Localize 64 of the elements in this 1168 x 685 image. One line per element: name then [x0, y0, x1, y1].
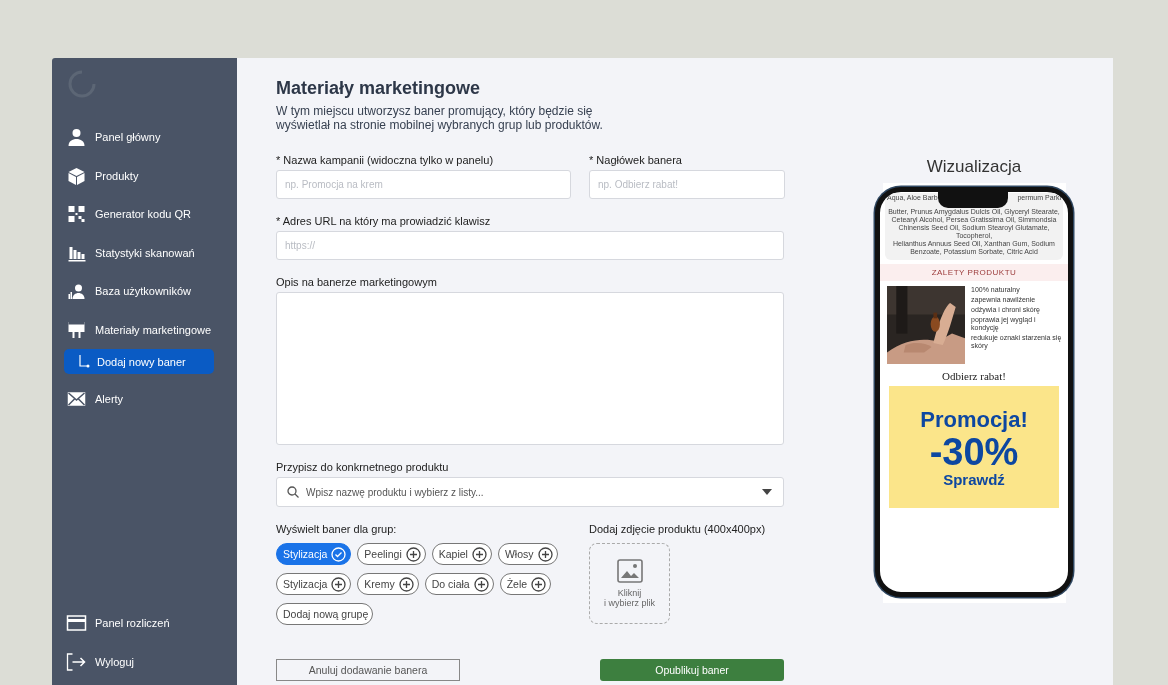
field-label: Opis na banerze marketingowym — [276, 276, 438, 288]
plus-circle-icon — [331, 576, 347, 592]
photo-upload-area[interactable]: Kliknij i wybierz plik — [589, 543, 670, 624]
banner-heading: Odbierz rabat! — [941, 370, 1007, 382]
promo-cta: Sprawdź — [943, 470, 1005, 488]
section-header: ZALETY PRODUKTU — [880, 264, 1068, 281]
branch-icon — [78, 354, 90, 369]
product-search-field[interactable]: Wpisz nazwę produktu i wybierz z listy... — [276, 477, 784, 507]
image-icon — [616, 559, 643, 583]
upload-hint: Kliknij i wybierz plik — [604, 588, 655, 608]
promo-discount: -30% — [929, 432, 1019, 471]
description-field[interactable] — [276, 292, 784, 445]
phone-notch — [938, 192, 1008, 208]
plus-circle-icon — [473, 576, 489, 592]
publish-button[interactable]: Opublikuj baner — [600, 659, 784, 681]
sidebar-item[interactable]: Panel rozliczeń — [66, 604, 237, 643]
plus-circle-icon — [531, 576, 547, 592]
group-chip[interactable]: Żele — [499, 573, 552, 595]
url-field[interactable]: https:// — [276, 231, 784, 260]
caret-icon — [762, 489, 772, 495]
sidebar-item[interactable]: Panel główny — [66, 118, 237, 157]
field-label: * Adres URL na który ma prowiadzić klawisz — [276, 215, 492, 227]
box-icon — [66, 166, 87, 185]
campaign-name-field[interactable]: np. Promocja na krem — [276, 170, 571, 199]
group-chip[interactable]: Kremy — [357, 573, 419, 595]
logout-icon — [66, 652, 87, 671]
search-icon — [287, 486, 299, 498]
qr-code-icon — [66, 205, 87, 224]
envelope-icon — [66, 390, 87, 409]
plus-circle-icon — [471, 546, 487, 562]
users-icon — [66, 282, 87, 301]
banner-header-field[interactable]: np. Odbierz rabat! — [589, 170, 785, 199]
field-label: * Nazwa kampanii (widoczna tylko w panelu) — [276, 154, 495, 166]
card-icon — [66, 615, 87, 632]
group-chip[interactable]: Włosy — [497, 543, 558, 565]
group-chip[interactable]: Kapiel — [431, 543, 492, 565]
sidebar-item[interactable]: Baza użytkowników — [66, 272, 237, 311]
user-icon — [66, 128, 87, 147]
sidebar-subitem[interactable]: Dodaj nowy baner — [64, 349, 214, 374]
promo-title: Promocja! — [920, 406, 1028, 433]
page-title: Materiały marketingowe — [276, 78, 482, 99]
sidebar-item[interactable]: Statystyki skanowań — [66, 233, 237, 272]
group-chip[interactable]: Peelingi — [357, 543, 426, 565]
group-chip[interactable]: Stylizacja — [276, 543, 352, 565]
plus-circle-icon — [537, 546, 553, 562]
group-chip[interactable]: Do ciała — [424, 573, 494, 595]
sidebar-item[interactable]: Materiały marketingowe — [66, 310, 237, 349]
group-chip[interactable]: Stylizacja — [276, 573, 352, 595]
cancel-button[interactable]: Anuluj dodawanie banera — [276, 659, 460, 681]
sidebar-item[interactable]: Wyloguj — [66, 642, 237, 681]
field-label: Przypisz do konkrnetnego produktu — [276, 461, 450, 473]
sidebar-item[interactable]: Generator kodu QR — [66, 195, 237, 234]
plus-circle-icon — [405, 546, 421, 562]
field-label: * Nagłówek banera — [589, 154, 683, 166]
plus-circle-icon — [398, 576, 414, 592]
section-label: Wyświelt baner dla grup: — [276, 523, 398, 535]
billboard-icon — [66, 320, 87, 339]
sidebar-item[interactable]: Alerty — [66, 380, 237, 419]
page-description: W tym miejscu utworzysz baner promujący, który będzie się wyświetlał na stronie mobilnej wybranych grup lub produktów. — [276, 104, 604, 132]
check-circle-icon — [331, 546, 347, 562]
section-label: Dodaj zdjęcie produktu (400x400px) — [589, 523, 767, 535]
sidebar-item[interactable]: Produkty — [66, 156, 237, 195]
add-group-button[interactable]: Dodaj nową grupę — [276, 603, 374, 625]
preview-title: Wizualizacja — [926, 157, 1022, 177]
